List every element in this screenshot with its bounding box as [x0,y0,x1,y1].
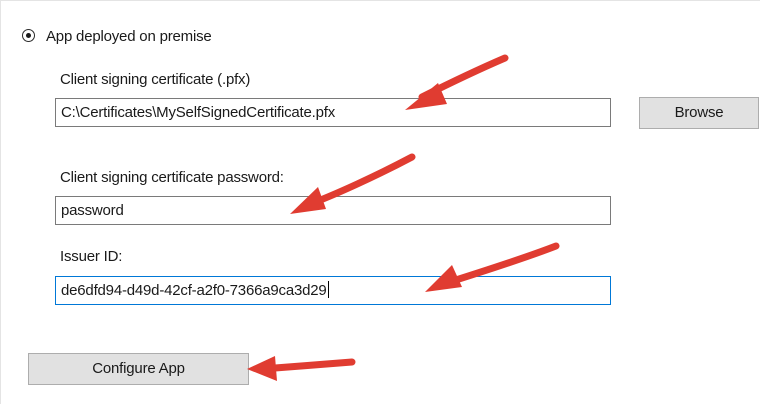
on-premise-radio-label[interactable]: App deployed on premise [46,28,212,45]
password-value: password [61,202,124,219]
configure-arrow-icon [258,358,356,373]
certificate-path-input[interactable]: C:\Certificates\MySelfSignedCertificate.… [55,98,611,127]
panel-left-border [0,0,1,404]
on-premise-radio[interactable] [22,29,35,42]
certificate-path-value: C:\Certificates\MySelfSignedCertificate.… [61,104,336,121]
password-label: Client signing certificate password: [60,169,284,186]
certificate-label: Client signing certificate (.pfx) [60,71,251,88]
certificate-arrow-icon [418,54,509,101]
issuer-id-label: Issuer ID: [60,248,123,265]
configure-arrowhead-icon [247,356,277,381]
issuer-id-value: de6dfd94-d49d-42cf-a2f0-7366a9ca3d29 [61,282,327,299]
panel-top-border [0,0,760,1]
configure-app-button[interactable]: Configure App [28,353,249,385]
browse-button[interactable]: Browse [639,97,759,129]
password-input[interactable]: password [55,196,611,225]
issuer-id-input[interactable]: de6dfd94-d49d-42cf-a2f0-7366a9ca3d29 [55,276,611,305]
text-caret [327,281,329,298]
